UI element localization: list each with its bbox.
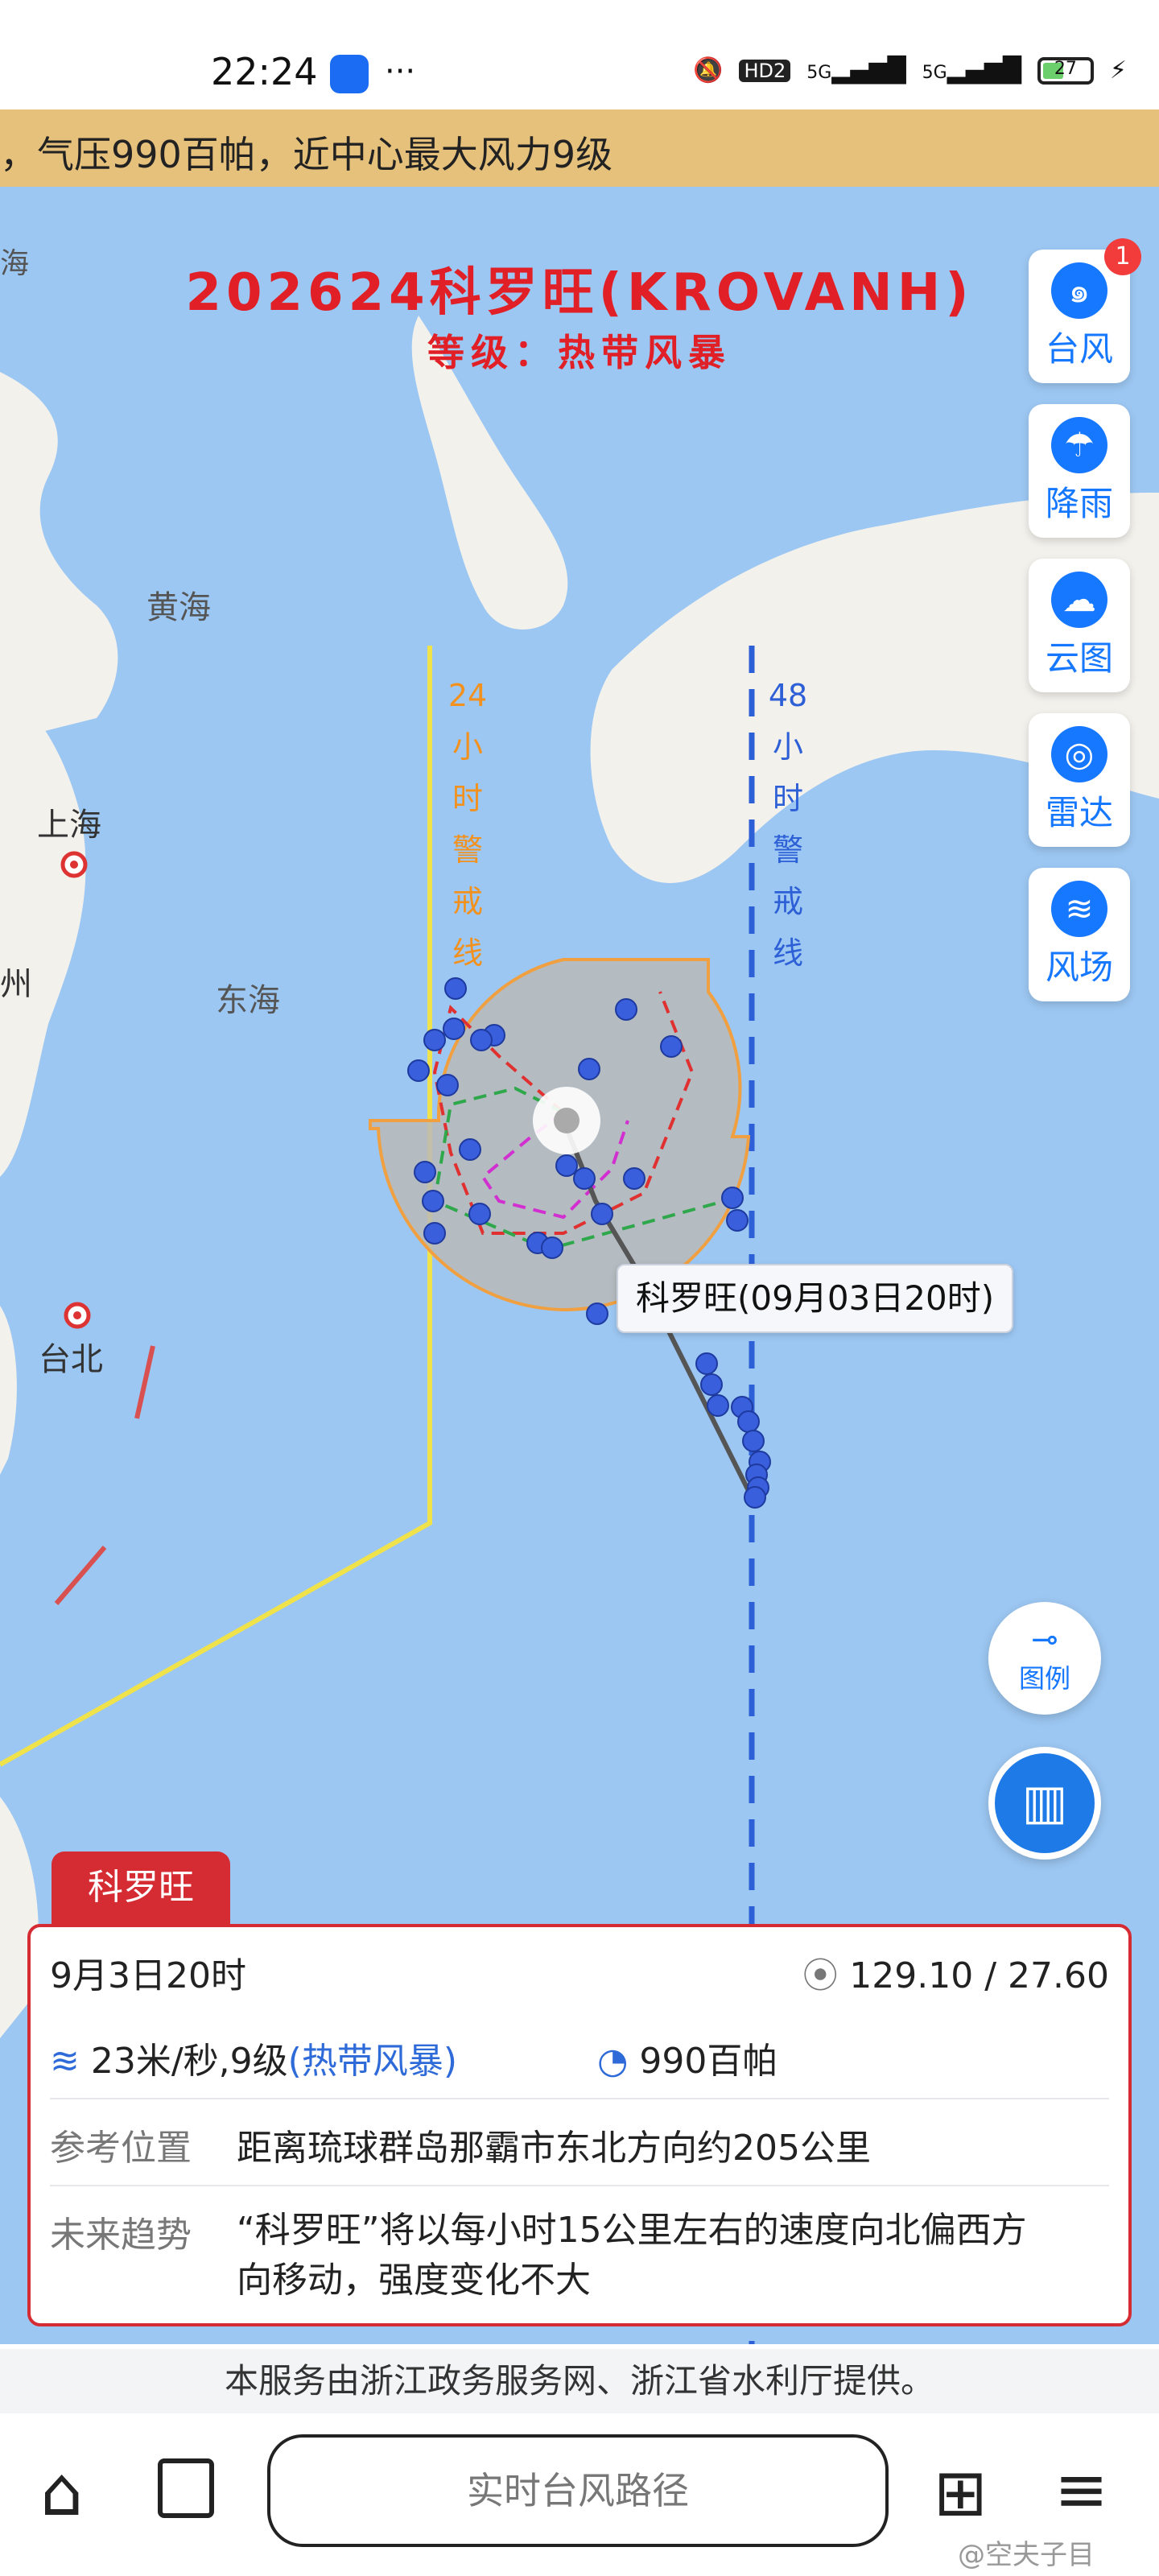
typhoon-icon: ๑ — [1051, 262, 1107, 319]
trend-value: “科罗旺”将以每小时15公里左右的速度向北偏西方 向移动，强度变化不大 — [237, 2210, 1027, 2301]
alert-banner: ，气压990百帕，近中心最大风力9级 — [0, 109, 1159, 187]
ref-value: 距离琉球群岛那霸市东北方向约205公里 — [237, 2128, 871, 2169]
info-wind-level: (热带风暴) — [287, 2041, 457, 2082]
info-coords: ⦿ 129.10 / 27.60 — [802, 1955, 1109, 1996]
divider — [50, 2185, 1109, 2186]
info-row-ref: 参考位置 距离琉球群岛那霸市东北方向约205公里 — [50, 2119, 1109, 2170]
label-zhou: 州 — [0, 966, 32, 1003]
book-button[interactable]: ▥ — [988, 1747, 1101, 1860]
rain-icon: ☂ — [1051, 417, 1107, 473]
legend-icon: ⊸ — [1031, 1621, 1058, 1658]
info-row-time: 9月3日20时 ⦿ 129.10 / 27.60 — [50, 1946, 1109, 1998]
service-note: 本服务由浙江政务服务网、浙江省水利厅提供。 — [0, 2349, 1159, 2413]
home-icon[interactable]: ⌂ — [40, 2452, 83, 2531]
search-box[interactable]: 实时台风路径 — [267, 2434, 889, 2547]
label-taibei: 台北 — [39, 1341, 103, 1378]
notification-badge: 1 — [1104, 238, 1141, 275]
status-icons: 🔕 HD2 5G▂▄▆█ 5G▂▄▆█ 27 ⚡ — [693, 56, 1127, 85]
storm-title: 202624科罗旺(KROVANH) — [185, 263, 974, 323]
typhoon-info-card: 9月3日20时 ⦿ 129.10 / 27.60 ≋ 23米/秒,9级(热带风暴… — [27, 1924, 1132, 2326]
info-wind: 23米/秒,9级 — [90, 2041, 288, 2082]
wind-speed-icon: ≋ — [50, 2041, 91, 2082]
pressure-icon: ◔ — [597, 2041, 640, 2082]
menu-icon[interactable]: ≡ — [1054, 2452, 1108, 2527]
typhoon-tab[interactable]: 科罗旺 — [52, 1852, 230, 1924]
info-time: 9月3日20时 — [50, 1955, 246, 1996]
label-east-sea: 东海 — [216, 982, 280, 1019]
hd-badge: HD2 — [739, 59, 791, 82]
ref-label: 参考位置 — [50, 2128, 192, 2169]
label-yellow-sea: 黄海 — [146, 589, 211, 626]
mute-icon: 🔕 — [693, 56, 724, 85]
storm-level: 等级：热带风暴 — [427, 331, 732, 374]
book-icon: ▥ — [1021, 1774, 1068, 1831]
info-row-trend: 未来趋势 “科罗旺”将以每小时15公里左右的速度向北偏西方 向移动，强度变化不大 — [50, 2206, 1109, 2301]
alert-banner-text: ，气压990百帕，近中心最大风力9级 — [0, 133, 613, 176]
divider — [50, 2098, 1109, 2099]
label-shanghai: 上海 — [37, 807, 101, 844]
browser-bottom-bar: ⌂ 实时台风路径 ⊞ ≡ @空夫子目 — [0, 2415, 1159, 2576]
wind-button[interactable]: ≋ 风场 — [1029, 868, 1130, 1001]
battery-icon: 27 — [1037, 56, 1094, 85]
radar-icon: ◎ — [1051, 726, 1107, 782]
apps-icon[interactable]: ⊞ — [934, 2455, 988, 2530]
rain-button[interactable]: ☂ 降雨 — [1029, 404, 1130, 538]
tabs-icon[interactable] — [158, 2458, 214, 2518]
radar-button[interactable]: ◎ 雷达 — [1029, 713, 1130, 847]
location-icon: ⦿ — [802, 1955, 850, 1996]
watermark: @空夫子目 — [958, 2539, 1095, 2571]
more-icon: ··· — [385, 53, 416, 90]
trend-label: 未来趋势 — [50, 2215, 192, 2256]
label-hai: 海 — [0, 247, 30, 280]
wind-icon: ≋ — [1051, 881, 1107, 937]
status-bar: 22:24 ··· 🔕 HD2 5G▂▄▆█ 5G▂▄▆█ 27 ⚡ — [0, 0, 1159, 109]
typhoon-callout[interactable]: 科罗旺(09月03日20时) — [617, 1264, 1014, 1333]
app-icon — [330, 55, 369, 93]
charging-icon: ⚡ — [1109, 56, 1127, 85]
info-row-wind: ≋ 23米/秒,9级(热带风暴) ◔ 990百帕 — [50, 2032, 1109, 2083]
status-time: 22:24 — [211, 50, 318, 93]
cloud-button[interactable]: ☁ 云图 — [1029, 559, 1130, 692]
info-pressure-group: ◔ 990百帕 — [597, 2041, 778, 2082]
signal-icon-2: 5G▂▄▆█ — [922, 56, 1021, 85]
warning-line-24-label: 24 小时警戒线 — [448, 678, 488, 971]
warning-line-48-label: 48 小时警戒线 — [768, 678, 808, 971]
signal-icon-1: 5G▂▄▆█ — [806, 56, 906, 85]
cloud-icon: ☁ — [1051, 572, 1107, 628]
legend-button[interactable]: ⊸ 图例 — [988, 1602, 1101, 1715]
